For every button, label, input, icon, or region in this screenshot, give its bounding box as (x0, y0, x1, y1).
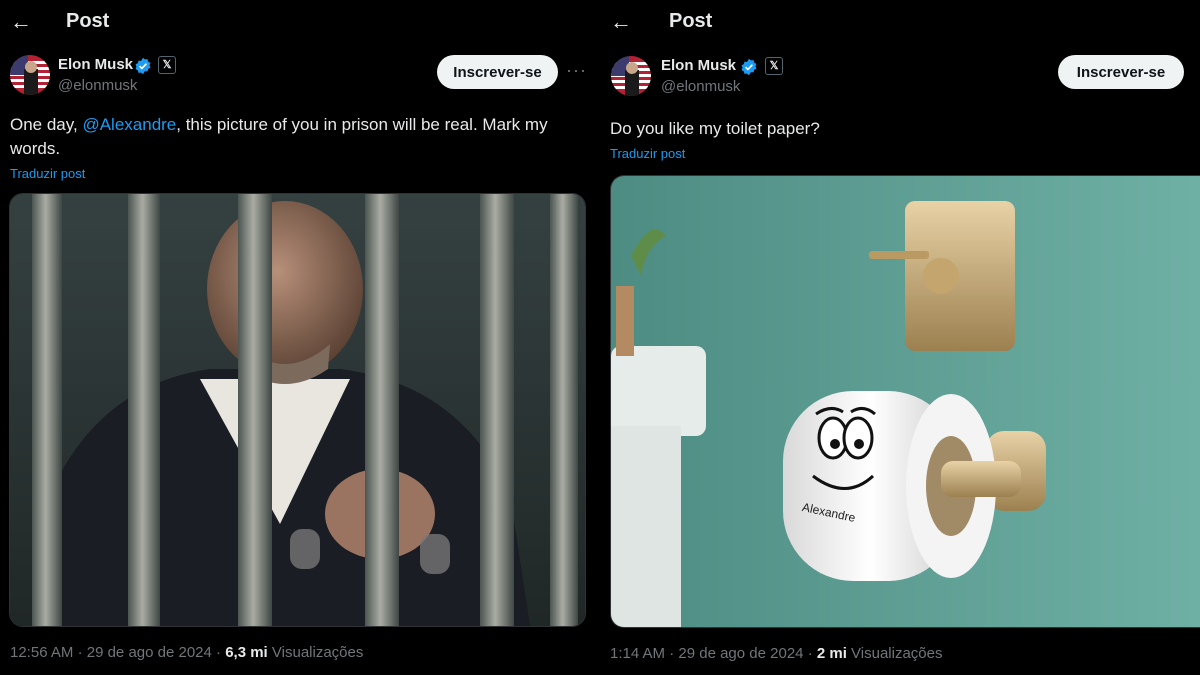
subscribe-button[interactable]: Inscrever-se (1058, 55, 1184, 89)
page-title: Post (669, 10, 713, 32)
post-meta: 12:56 AM · 29 de ago de 2024 · 6,3 mi Vi… (10, 644, 364, 661)
post-date[interactable]: 29 de ago de 2024 (87, 644, 212, 661)
back-arrow-icon[interactable]: ← (610, 8, 632, 36)
views-label: Visualizações (851, 645, 943, 662)
post-date[interactable]: 29 de ago de 2024 (678, 645, 803, 662)
author-name[interactable]: Elon Musk (58, 56, 133, 73)
verified-badge-icon (135, 57, 151, 75)
post-header: ← Post (600, 0, 1200, 44)
verified-badge-icon (741, 58, 757, 76)
author-handle[interactable]: @elonmusk (58, 77, 137, 94)
post-meta: 1:14 AM · 29 de ago de 2024 · 2 mi Visua… (610, 645, 943, 662)
author-name[interactable]: Elon Musk (661, 57, 736, 74)
post-time[interactable]: 12:56 AM (10, 644, 73, 661)
page-title: Post (66, 10, 110, 32)
views-count: 2 mi (816, 645, 847, 662)
subscribe-button[interactable]: Inscrever-se (437, 55, 558, 89)
post-text: Do you like my toilet paper? (610, 119, 820, 138)
toilet-paper-photo[interactable]: Alexandre (610, 175, 1200, 628)
translate-post-link[interactable]: Traduzir post (10, 166, 85, 181)
x-affiliate-icon: 𝕏 (158, 56, 176, 74)
views-count: 6,3 mi (225, 644, 268, 661)
avatar[interactable] (10, 55, 50, 95)
prison-bars-photo[interactable] (9, 193, 586, 627)
left-post-panel: ← Post Elon Musk 𝕏 @elonmusk Inscrever-s… (0, 0, 600, 675)
author-handle[interactable]: @elonmusk (661, 78, 740, 95)
post-header: ← Post (0, 0, 600, 44)
post-text: One day, @Alexandre, this picture of you… (10, 115, 548, 158)
more-icon[interactable]: ··· (566, 60, 587, 81)
avatar[interactable] (611, 56, 651, 96)
post-time[interactable]: 1:14 AM (610, 645, 665, 662)
mention-link[interactable]: @Alexandre (82, 115, 176, 134)
translate-post-link[interactable]: Traduzir post (610, 146, 685, 161)
views-label: Visualizações (271, 644, 364, 661)
x-affiliate-icon: 𝕏 (765, 57, 783, 75)
right-post-panel: ← Post Elon Musk 𝕏 @elonmusk Inscrever-s… (600, 0, 1200, 675)
back-arrow-icon[interactable]: ← (10, 8, 32, 36)
